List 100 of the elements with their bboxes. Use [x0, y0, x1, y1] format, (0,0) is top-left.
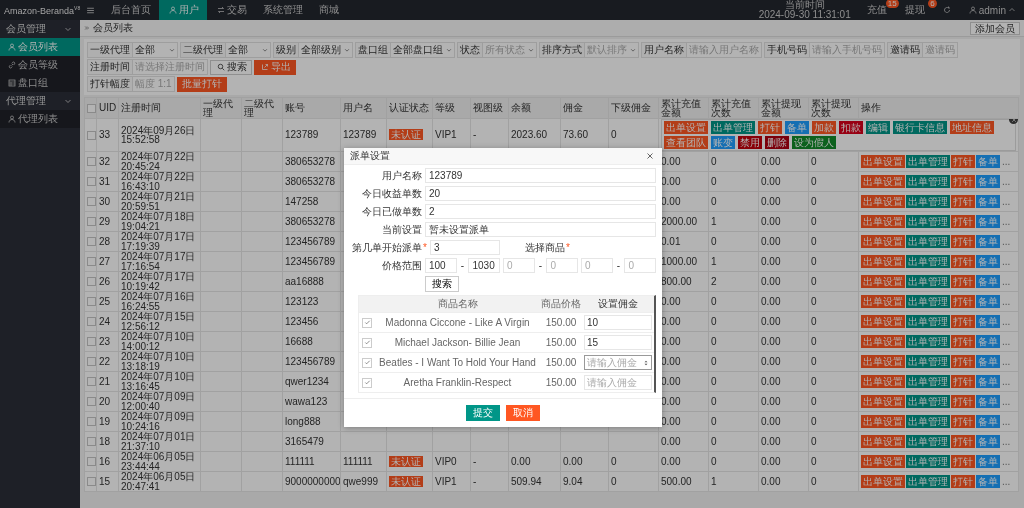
- action-button[interactable]: 出单设置: [861, 155, 905, 168]
- input-field[interactable]: 100: [425, 258, 457, 273]
- checkbox[interactable]: [87, 417, 96, 427]
- action-button[interactable]: 出单管理: [906, 435, 950, 448]
- sidebar-item[interactable]: 盘口组: [0, 74, 80, 92]
- checkbox[interactable]: [87, 217, 96, 227]
- action-button[interactable]: 出单设置: [861, 295, 905, 308]
- action-button[interactable]: 打针: [951, 235, 975, 248]
- action-button[interactable]: 出单管理: [906, 415, 950, 428]
- user-menu[interactable]: admin: [966, 4, 1018, 16]
- submit-button[interactable]: 提交: [466, 405, 500, 421]
- action-button[interactable]: 出单设置: [861, 395, 905, 408]
- checkbox[interactable]: [87, 337, 96, 347]
- refresh-icon[interactable]: [942, 6, 951, 14]
- cancel-button[interactable]: 取消: [506, 405, 540, 421]
- input-field[interactable]: 15: [584, 335, 652, 350]
- more-link[interactable]: ...: [1002, 376, 1011, 387]
- action-button[interactable]: 出单管理: [906, 475, 950, 488]
- action-button[interactable]: 备单: [976, 155, 1000, 168]
- more-link[interactable]: ...: [1002, 216, 1011, 227]
- action-button[interactable]: 出单管理: [906, 315, 950, 328]
- add-member-button[interactable]: 添加会员: [970, 21, 1020, 35]
- action-button[interactable]: 出单管理: [906, 195, 950, 208]
- more-link[interactable]: ...: [1002, 196, 1011, 207]
- action-button[interactable]: 备单: [976, 455, 1000, 468]
- action-button[interactable]: 打针: [951, 295, 975, 308]
- action-button[interactable]: 出单管理: [906, 295, 950, 308]
- action-button[interactable]: 备单: [785, 121, 809, 134]
- action-button[interactable]: 打针: [951, 255, 975, 268]
- action-button[interactable]: 出单管理: [906, 395, 950, 408]
- top-link[interactable]: 充值: [866, 4, 887, 15]
- input-field[interactable]: 20: [425, 186, 656, 201]
- action-button[interactable]: 备单: [976, 195, 1000, 208]
- action-button[interactable]: 删除: [765, 136, 789, 149]
- checkbox[interactable]: [87, 177, 96, 187]
- nav-tab[interactable]: 用户: [159, 0, 207, 20]
- sidebar-item[interactable]: 会员列表: [0, 38, 80, 56]
- action-button[interactable]: 设为假人: [792, 136, 836, 149]
- checkbox[interactable]: [87, 103, 96, 113]
- action-button[interactable]: 出单设置: [861, 475, 905, 488]
- more-link[interactable]: ...: [1002, 476, 1011, 487]
- nav-tab[interactable]: 系统管理: [255, 0, 311, 20]
- action-button[interactable]: 备单: [976, 295, 1000, 308]
- action-button[interactable]: 打针: [758, 121, 782, 134]
- action-button[interactable]: 出单设置: [664, 121, 708, 134]
- action-button[interactable]: 加款: [812, 121, 836, 134]
- action-button[interactable]: 扣款: [839, 121, 863, 134]
- checkbox[interactable]: [87, 257, 96, 267]
- dropdown[interactable]: 全部级别: [299, 43, 352, 57]
- checkbox[interactable]: [362, 377, 372, 388]
- checkbox[interactable]: [87, 437, 96, 447]
- nav-tab[interactable]: 商城: [311, 0, 347, 20]
- action-button[interactable]: 地址信息: [950, 121, 994, 134]
- action-button[interactable]: 出单设置: [861, 175, 905, 188]
- menu-icon[interactable]: [86, 5, 95, 15]
- action-button[interactable]: 出单管理: [906, 235, 950, 248]
- action-button[interactable]: 出单设置: [861, 255, 905, 268]
- input-field[interactable]: 2: [425, 204, 656, 219]
- action-button[interactable]: 打针: [951, 475, 975, 488]
- search-button[interactable]: 搜索: [425, 276, 459, 292]
- input-field[interactable]: 0: [503, 258, 535, 273]
- action-button[interactable]: 备单: [976, 475, 1000, 488]
- action-button[interactable]: 出单管理: [711, 121, 755, 134]
- action-button[interactable]: 打针: [951, 455, 975, 468]
- sidebar-group[interactable]: 代理管理: [0, 92, 80, 110]
- action-button[interactable]: 打针: [951, 395, 975, 408]
- action-button[interactable]: 备单: [976, 215, 1000, 228]
- action-button[interactable]: 备单: [976, 315, 1000, 328]
- sidebar-group[interactable]: 会员管理: [0, 20, 80, 38]
- dropdown[interactable]: 全部: [226, 43, 270, 57]
- action-button[interactable]: 禁用: [738, 136, 762, 149]
- checkbox[interactable]: [362, 317, 372, 328]
- batch-button[interactable]: 批量打针: [176, 76, 227, 92]
- input-field[interactable]: 3: [429, 240, 500, 255]
- action-button[interactable]: 出单管理: [906, 215, 950, 228]
- input-field[interactable]: 暂未设置派单: [425, 222, 656, 237]
- more-link[interactable]: ...: [1002, 416, 1011, 427]
- action-button[interactable]: 账变: [711, 136, 735, 149]
- action-button[interactable]: 出单管理: [906, 155, 950, 168]
- action-button[interactable]: 出单设置: [861, 315, 905, 328]
- input-field[interactable]: 0: [581, 258, 613, 273]
- action-button[interactable]: 打针: [951, 315, 975, 328]
- action-button[interactable]: 打针: [951, 355, 975, 368]
- checkbox[interactable]: [87, 130, 96, 140]
- action-button[interactable]: 备单: [976, 395, 1000, 408]
- action-button[interactable]: 备单: [976, 275, 1000, 288]
- checkbox[interactable]: [87, 477, 96, 487]
- action-button[interactable]: 备单: [976, 355, 1000, 368]
- action-button[interactable]: 查看团队: [664, 136, 708, 149]
- action-button[interactable]: 备单: [976, 415, 1000, 428]
- search-button[interactable]: 搜索: [210, 59, 252, 75]
- action-button[interactable]: 出单管理: [906, 335, 950, 348]
- action-button[interactable]: 打针: [951, 415, 975, 428]
- export-button[interactable]: 导出: [254, 59, 296, 75]
- more-link[interactable]: ...: [1002, 156, 1011, 167]
- action-button[interactable]: 出单管理: [906, 355, 950, 368]
- more-link[interactable]: ...: [1002, 296, 1011, 307]
- nav-tab[interactable]: 后台首页: [103, 0, 159, 20]
- action-button[interactable]: 出单设置: [861, 235, 905, 248]
- action-button[interactable]: 出单管理: [906, 275, 950, 288]
